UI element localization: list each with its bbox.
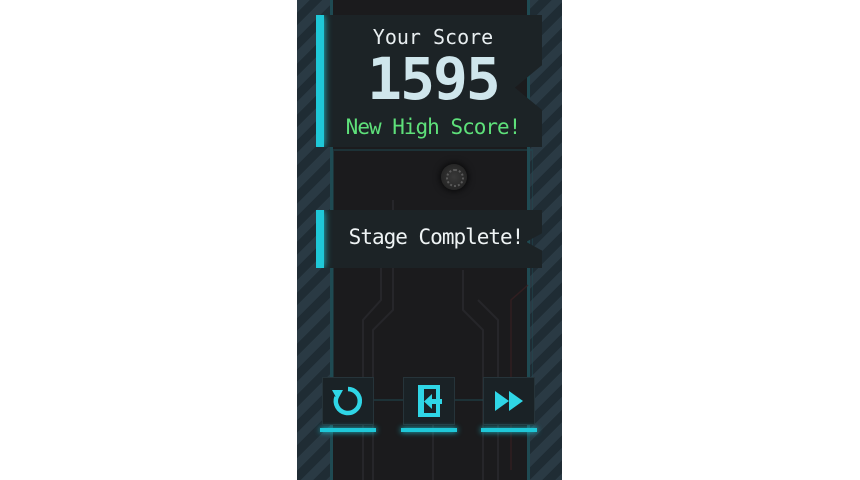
score-value: 1595 xyxy=(367,45,501,113)
restart-icon xyxy=(332,386,362,416)
next-underline xyxy=(481,428,537,432)
high-score-text: New High Score! xyxy=(345,115,522,139)
stage-panel-accent xyxy=(316,210,324,268)
stage-complete-panel: Stage Complete! xyxy=(316,210,542,268)
restart-underline xyxy=(320,428,376,432)
fast-forward-icon xyxy=(495,391,523,411)
exit-icon xyxy=(418,385,442,417)
exit-underline xyxy=(401,428,457,432)
next-stage-button[interactable] xyxy=(481,378,537,434)
score-panel-accent xyxy=(316,15,324,147)
restart-button[interactable] xyxy=(320,378,376,434)
stage-complete-text: Stage Complete! xyxy=(348,225,525,249)
game-ball xyxy=(441,164,467,190)
score-panel: Your Score 1595 New High Score! xyxy=(316,15,542,147)
exit-button[interactable] xyxy=(401,378,457,434)
